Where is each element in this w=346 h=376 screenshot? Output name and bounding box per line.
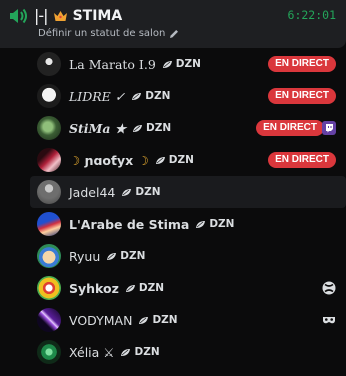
- avatar-clown[interactable]: [37, 276, 61, 300]
- crown-icon: [53, 10, 67, 21]
- member-row[interactable]: ☽ ɲɑoƭуx ☽ DZN EN DIRECT: [30, 144, 346, 176]
- guild-tag: DZN: [131, 90, 170, 102]
- live-badge[interactable]: EN DIRECT: [256, 120, 324, 136]
- guild-tag: DZN: [106, 250, 145, 262]
- channel-name: STIMA: [72, 7, 123, 24]
- leaf-icon: [107, 252, 117, 260]
- avatar-green-ball[interactable]: [37, 116, 61, 140]
- live-badge[interactable]: EN DIRECT: [268, 152, 336, 168]
- member-row[interactable]: LIDRE ✓ DZN EN DIRECT: [30, 80, 346, 112]
- member-name: Jadel44: [69, 184, 116, 200]
- guild-tag: DZN: [155, 154, 194, 166]
- member-name: L'Arabe de Stima: [69, 216, 190, 232]
- member-row[interactable]: L'Arabe de Stima DZN: [30, 208, 346, 240]
- status-placeholder: Définir un statut de salon: [38, 28, 166, 39]
- channel-symbol: |-|: [34, 6, 49, 25]
- guild-tag: DZN: [120, 346, 160, 358]
- member-name: LIDRE ✓: [69, 88, 126, 104]
- avatar-purple-sword[interactable]: [37, 308, 61, 332]
- member-row[interactable]: La Marato I.9 DZN EN DIRECT: [30, 48, 346, 80]
- member-row[interactable]: Syhkoz DZN: [30, 272, 346, 304]
- xbox-icon[interactable]: [322, 281, 336, 295]
- voice-channel-header: |-| STIMA 6:22:01 Définir un statut de s…: [0, 0, 346, 48]
- live-badge[interactable]: EN DIRECT: [268, 56, 336, 72]
- leaf-icon: [133, 124, 143, 132]
- member-row[interactable]: Xélia ⚔ DZN: [30, 336, 346, 368]
- leaf-icon: [155, 156, 165, 164]
- leaf-icon: [139, 316, 149, 324]
- avatar-dark-figure[interactable]: [37, 52, 61, 76]
- member-name: ☽ ɲɑoƭуx ☽: [69, 152, 149, 168]
- member-row[interactable]: StiMa ★ DZN EN DIRECT: [30, 112, 346, 144]
- voice-member-list: La Marato I.9 DZN EN DIRECT LIDRE ✓ DZN …: [30, 48, 346, 368]
- call-timer: 6:22:01: [287, 8, 336, 22]
- guild-tag: DZN: [132, 122, 171, 134]
- member-name: Syhkoz: [69, 280, 119, 296]
- avatar-blue-character[interactable]: [37, 212, 61, 236]
- live-badge[interactable]: EN DIRECT: [268, 88, 336, 104]
- member-row[interactable]: VODYMAN DZN: [30, 304, 346, 336]
- avatar-white-ghost[interactable]: [37, 84, 61, 108]
- guild-tag: DZN: [162, 58, 201, 70]
- set-status-link[interactable]: Définir un statut de salon: [38, 28, 179, 39]
- leaf-icon: [132, 92, 142, 100]
- member-row[interactable]: Jadel44 DZN: [30, 176, 346, 208]
- leaf-icon: [196, 220, 206, 228]
- mask-icon[interactable]: [322, 313, 336, 327]
- guild-tag: DZN: [195, 218, 234, 230]
- avatar-red-character[interactable]: [37, 148, 61, 172]
- member-name: VODYMAN: [69, 312, 133, 328]
- member-name: La Marato I.9: [69, 56, 156, 72]
- guild-tag: DZN: [125, 282, 164, 294]
- avatar-cartoon-face[interactable]: [37, 244, 61, 268]
- twitch-icon[interactable]: [322, 121, 336, 135]
- member-row[interactable]: Ryuu DZN: [30, 240, 346, 272]
- member-name: Xélia ⚔: [69, 344, 115, 360]
- member-name: StiMa ★: [69, 120, 127, 136]
- channel-title[interactable]: |-| STIMA: [34, 6, 122, 25]
- leaf-icon: [125, 284, 135, 292]
- leaf-icon: [121, 348, 131, 356]
- avatar-green-gem[interactable]: [37, 340, 61, 364]
- guild-tag: DZN: [138, 314, 178, 326]
- channel-title-row: |-| STIMA: [8, 6, 122, 25]
- avatar-grey-figure[interactable]: [37, 180, 61, 204]
- leaf-icon: [162, 60, 172, 68]
- guild-tag: DZN: [121, 186, 160, 198]
- pencil-icon: [170, 29, 179, 38]
- member-name: Ryuu: [69, 248, 101, 264]
- leaf-icon: [122, 188, 132, 196]
- speaker-icon[interactable]: [8, 7, 28, 25]
